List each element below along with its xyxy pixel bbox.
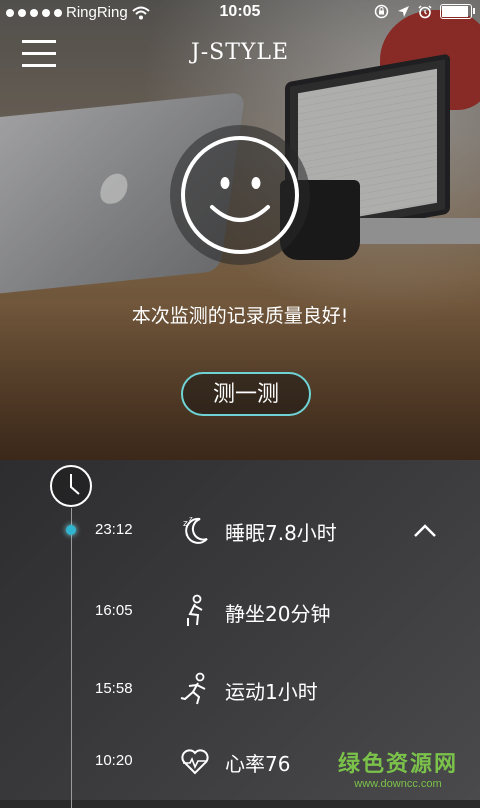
entry-label: 睡眠7.8小时 bbox=[225, 521, 337, 545]
watermark-name: 绿色资源网 bbox=[337, 752, 458, 777]
activity-timeline: 23:12 z z 睡眠7.8小时 16:05 静坐20分钟 15:58 运动1… bbox=[0, 460, 480, 808]
sitting-person-icon bbox=[187, 594, 203, 626]
heart-rate-icon bbox=[181, 749, 209, 775]
measure-button[interactable]: 测一测 bbox=[181, 372, 311, 416]
timeline-entry[interactable]: 23:12 z z 睡眠7.8小时 bbox=[0, 511, 480, 551]
timeline-entry[interactable]: 16:05 静坐20分钟 bbox=[0, 592, 480, 632]
entry-time: 23:12 bbox=[95, 521, 133, 538]
location-arrow-icon bbox=[398, 6, 409, 17]
sleep-moon-icon: z z bbox=[183, 515, 208, 544]
status-bar: RingRing 10:05 bbox=[0, 0, 480, 26]
svg-text:z: z bbox=[189, 515, 193, 523]
smiley-face-icon bbox=[170, 125, 310, 265]
running-person-icon bbox=[180, 672, 206, 705]
alarm-icon bbox=[418, 4, 432, 18]
timeline-entry[interactable]: 15:58 运动1小时 bbox=[0, 670, 480, 710]
chevron-up-icon[interactable] bbox=[413, 522, 437, 538]
clock-icon bbox=[50, 465, 92, 507]
quality-message: 本次监测的记录质量良好! bbox=[131, 305, 349, 327]
entry-time: 10:20 bbox=[95, 752, 133, 769]
rotation-lock-icon bbox=[374, 4, 389, 19]
entry-time: 15:58 bbox=[95, 680, 133, 697]
watermark-url: www.downcc.com bbox=[354, 778, 442, 790]
entry-label: 静坐20分钟 bbox=[225, 602, 331, 626]
svg-text:z: z bbox=[183, 519, 188, 529]
entry-time: 16:05 bbox=[95, 602, 133, 619]
app-logo: J-STYLE bbox=[190, 40, 290, 65]
battery-icon bbox=[440, 4, 475, 19]
watermark: 绿色资源网 www.downcc.com bbox=[338, 746, 458, 790]
entry-label: 心率76 bbox=[225, 752, 291, 776]
entry-label: 运动1小时 bbox=[225, 680, 318, 704]
